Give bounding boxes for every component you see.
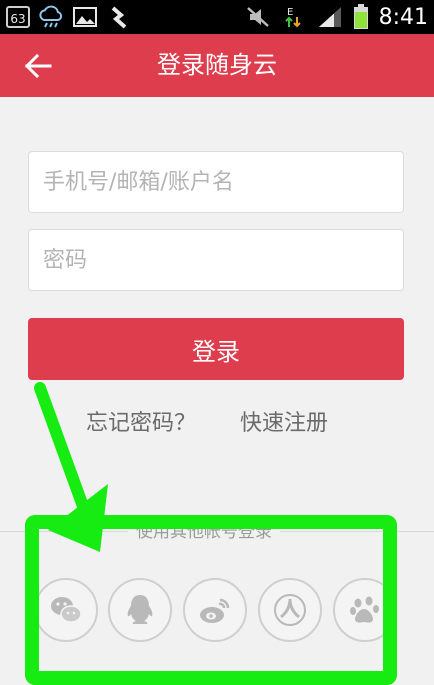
username-input[interactable] (29, 152, 403, 212)
clock: 8:41 (378, 4, 428, 30)
mute-icon (246, 7, 269, 27)
account-links: 忘记密码？ 快速注册 (0, 404, 434, 444)
qq-icon (127, 595, 153, 624)
quick-register-link[interactable]: 快速注册 (240, 404, 328, 444)
wechat-icon (51, 597, 82, 623)
signal-strength-icon (318, 7, 341, 27)
renren-icon (274, 594, 306, 626)
baidu-login-button[interactable] (333, 578, 397, 642)
usb-debug-icon (111, 6, 127, 29)
network-type-label: E (287, 7, 293, 18)
weibo-login-button[interactable] (183, 578, 247, 642)
app-header: 登录随身云 (0, 34, 434, 97)
forgot-password-link[interactable]: 忘记密码？ (86, 404, 196, 444)
status-bar: 63 E 8:41 (0, 0, 434, 34)
password-input[interactable] (29, 230, 403, 290)
weibo-icon (200, 598, 230, 623)
notification-count-badge: 63 (6, 6, 30, 28)
image-icon (73, 7, 97, 27)
cloud-rain-icon (39, 5, 63, 28)
baidu-paw-icon (350, 596, 379, 623)
login-button[interactable]: 登录 (28, 318, 404, 380)
battery-icon (353, 4, 368, 29)
data-network-icon: E (284, 7, 301, 28)
wechat-login-button[interactable] (34, 578, 98, 642)
password-field[interactable] (28, 229, 404, 291)
status-bar-right: E 8:41 (245, 0, 428, 34)
other-login-label: 使用其他帐号登录 (128, 520, 280, 544)
social-login-row (0, 578, 434, 648)
qq-login-button[interactable] (108, 578, 172, 642)
status-bar-left: 63 (6, 5, 132, 29)
username-field[interactable] (28, 151, 404, 213)
renren-login-button[interactable] (258, 578, 322, 642)
page-title: 登录随身云 (157, 51, 277, 79)
